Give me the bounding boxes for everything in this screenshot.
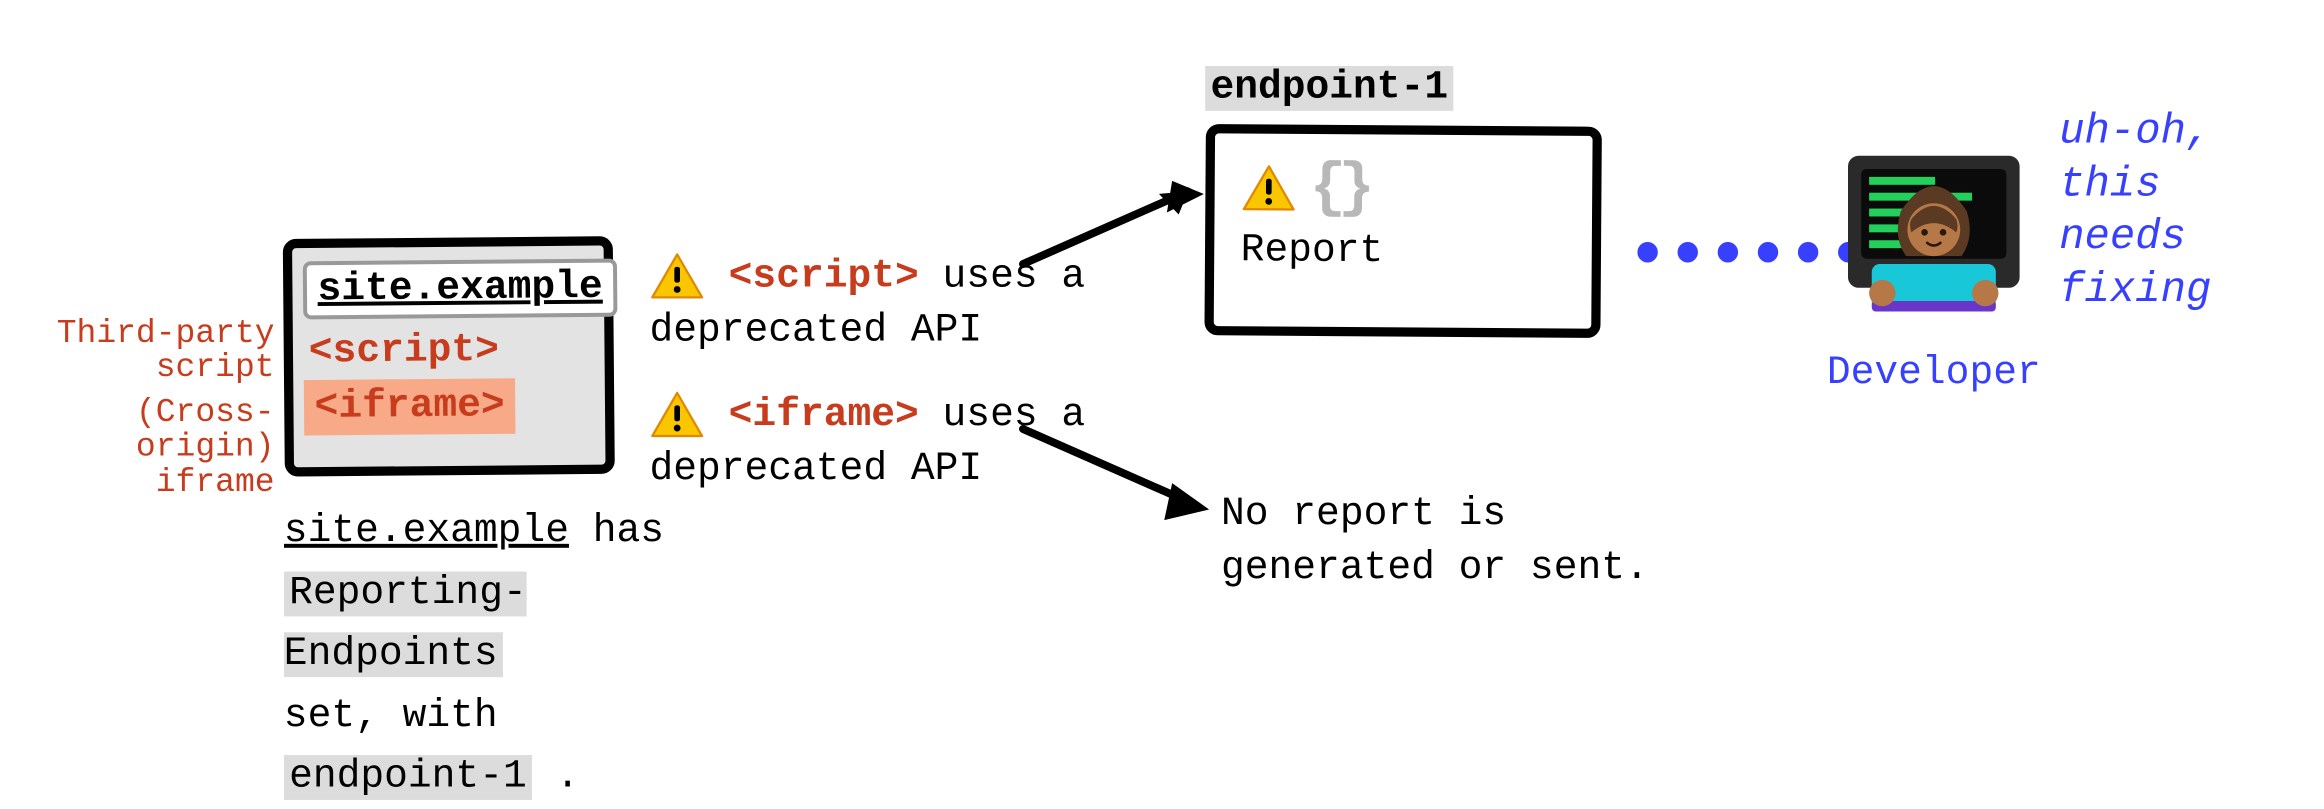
- warning-icon: [1241, 164, 1297, 212]
- developer-illustration: Developer: [1815, 132, 2053, 396]
- text-line: No report is: [1221, 488, 1649, 541]
- label-line: iframe: [13, 465, 274, 500]
- browser-caption: site.example has Reporting-Endpoints set…: [284, 502, 720, 809]
- quote-line: uh-oh,: [2059, 106, 2211, 159]
- endpoint-name-label: endpoint-1: [1205, 66, 1453, 111]
- label-cross-origin-iframe: (Cross-origin) iframe: [13, 396, 274, 500]
- caption-text: has: [569, 510, 664, 555]
- no-report-text: No report is generated or sent.: [1221, 488, 1649, 595]
- braces-icon: {}: [1310, 158, 1367, 219]
- browser-window: site.example <script> <iframe>: [283, 236, 615, 476]
- caption-text: set, with: [284, 694, 498, 739]
- arrow-to-noreport: [1016, 409, 1240, 554]
- developer-icon: [1835, 132, 2033, 330]
- warning-icon: [649, 252, 704, 300]
- text-line: generated or sent.: [1221, 542, 1649, 595]
- developer-quote: uh-oh, this needs fixing: [2059, 106, 2211, 317]
- browser-address: site.example: [303, 259, 618, 320]
- quote-line: this: [2059, 158, 2211, 211]
- label-line: script: [24, 351, 275, 386]
- endpoint-box: {} Report: [1204, 124, 1601, 338]
- endpoint-report-label: Report: [1241, 229, 1566, 276]
- quote-line: needs: [2059, 211, 2211, 264]
- message-tag: <script>: [729, 255, 919, 300]
- caption-header: Reporting-Endpoints: [284, 571, 527, 677]
- arrow-to-endpoint: [1016, 165, 1227, 297]
- browser-script-tag: <script>: [303, 325, 594, 378]
- caption-site: site.example: [284, 510, 569, 555]
- quote-line: fixing: [2059, 264, 2211, 317]
- developer-label: Developer: [1815, 351, 2053, 396]
- label-line: Third-party: [24, 317, 275, 352]
- message-tag: <iframe>: [729, 393, 919, 438]
- warning-icon: [649, 391, 704, 439]
- label-third-party-script: Third-party script: [24, 317, 275, 386]
- endpoint-name: endpoint-1: [1205, 66, 1453, 111]
- browser-iframe-tag: <iframe>: [304, 378, 516, 435]
- label-line: (Cross-origin): [13, 396, 274, 465]
